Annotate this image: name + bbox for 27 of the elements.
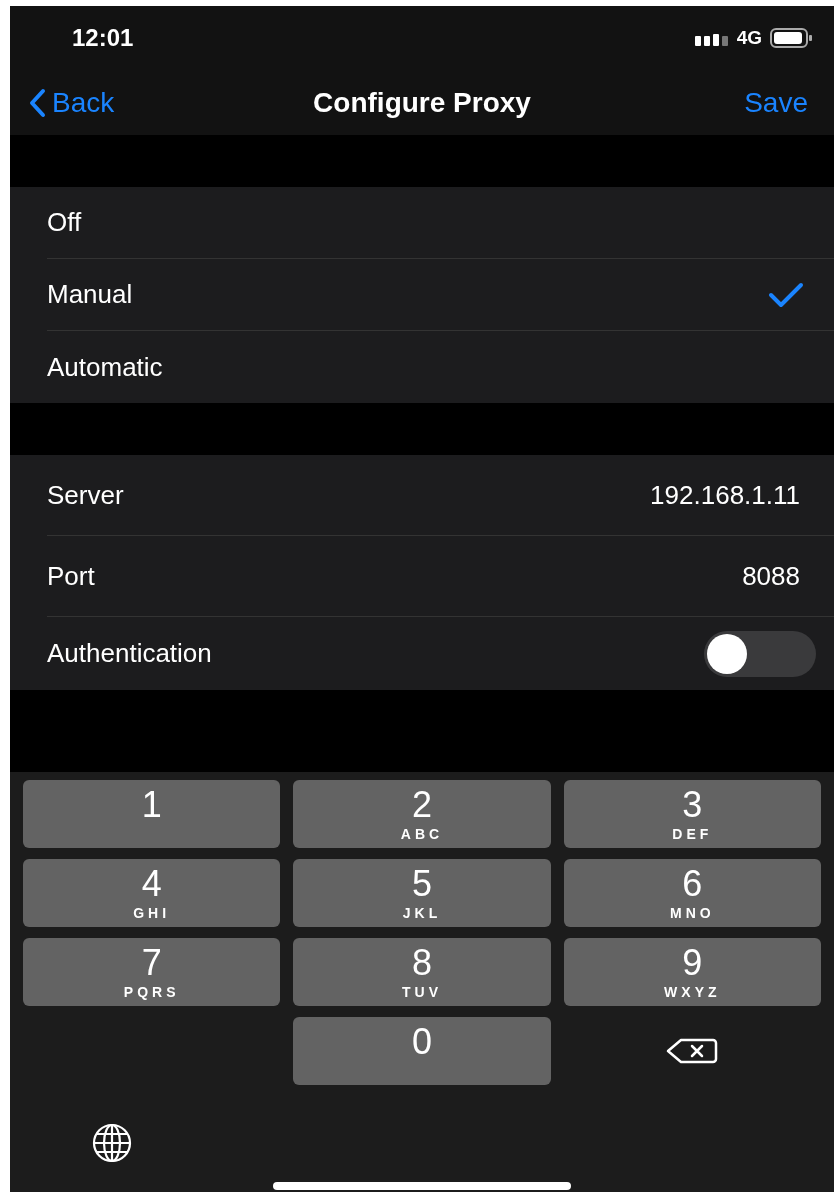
mode-option[interactable]: Manual [47,259,834,331]
keypad-key[interactable]: 6 MNO [563,859,821,927]
keypad-key[interactable]: 7 PQRS [23,938,281,1006]
mode-option[interactable]: Automatic [47,331,834,403]
field-label: Port [47,559,95,593]
keypad-key[interactable]: 2 ABC [293,780,551,848]
save-button[interactable]: Save [744,81,816,124]
battery-icon [770,28,812,48]
field-value[interactable]: 8088 [742,556,800,596]
mode-option[interactable]: Off [47,187,834,259]
network-label: 4G [736,25,762,50]
keypad-key[interactable]: 5 JKL [293,859,551,927]
keypad-key[interactable]: 0 [293,1017,551,1085]
keypad-key[interactable]: 3 DEF [563,780,821,848]
back-button[interactable]: Back [28,81,115,124]
field-label: Authentication [47,637,212,670]
keypad-key[interactable]: 4 GHI [23,859,281,927]
chevron-left-icon [28,87,46,118]
field-value[interactable]: 192.168.1.11 [650,475,800,515]
page-title: Configure Proxy [313,85,531,120]
keypad-key[interactable]: 1 [23,780,281,848]
field-label: Server [47,478,124,512]
status-time: 12:01 [72,23,134,53]
keypad-key[interactable]: 8 TUV [293,938,551,1006]
backspace-icon[interactable] [666,1038,719,1064]
toggle-switch[interactable] [704,630,816,677]
keypad-key[interactable]: 9 WXYZ [563,938,821,1006]
